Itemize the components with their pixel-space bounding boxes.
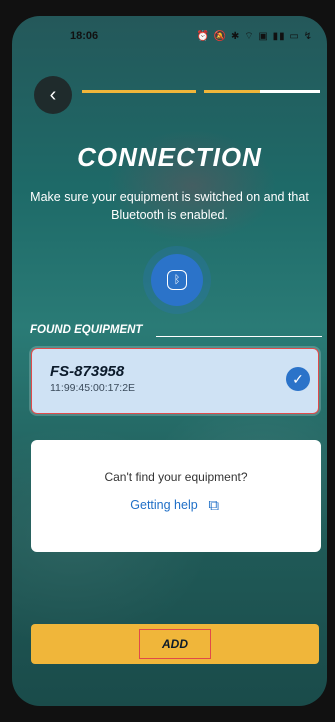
page-subtitle: Make sure your equipment is switched on … — [30, 190, 309, 222]
progress-step-2-remaining — [260, 90, 320, 93]
help-card: Can't find your equipment? Getting help … — [31, 440, 321, 552]
status-bar: 18:06 ⏰ 🔕 ✱ ⌔ ▣ ▮▮ ▭ ↯ — [12, 30, 327, 46]
bluetooth-icon: ᛒ — [167, 270, 187, 290]
back-button[interactable]: ‹ — [34, 76, 72, 114]
getting-help-link[interactable]: Getting help ⧉ — [130, 496, 221, 514]
app-screen: 18:06 ⏰ 🔕 ✱ ⌔ ▣ ▮▮ ▭ ↯ ‹ CONNECTION Make… — [12, 16, 327, 706]
page-title: CONNECTION — [77, 142, 262, 172]
device-list-item[interactable]: FS-873958 11:99:45:00:17:2E ✓ — [31, 348, 319, 414]
status-icons: ⏰ 🔕 ✱ ⌔ ▣ ▮▮ ▭ ↯ — [196, 31, 313, 42]
add-button[interactable]: ADD — [31, 624, 319, 664]
progress-step-2 — [204, 90, 260, 93]
status-time: 18:06 — [70, 30, 99, 42]
divider — [156, 336, 322, 337]
external-link-icon: ⧉ — [208, 496, 220, 514]
found-equipment-label: FOUND EQUIPMENT — [30, 324, 143, 336]
progress-step-1 — [82, 90, 196, 93]
device-name: FS-873958 — [50, 363, 125, 380]
bluetooth-indicator: ᛒ — [151, 254, 203, 306]
help-text: Can't find your equipment? — [104, 470, 248, 484]
check-icon: ✓ — [286, 367, 310, 391]
help-link-row: Getting help ⧉ — [31, 496, 321, 514]
chevron-left-icon: ‹ — [49, 83, 57, 106]
getting-help-label: Getting help — [130, 498, 198, 512]
add-button-label: ADD — [139, 629, 211, 659]
phone-frame: 18:06 ⏰ 🔕 ✱ ⌔ ▣ ▮▮ ▭ ↯ ‹ CONNECTION Make… — [0, 0, 335, 722]
device-mac-address: 11:99:45:00:17:2E — [50, 382, 136, 394]
